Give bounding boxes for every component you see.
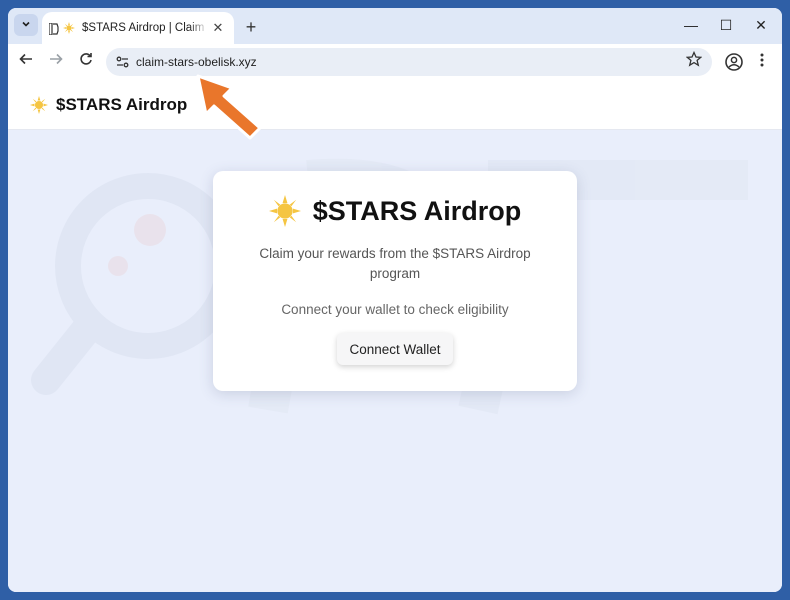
bookmark-star-icon[interactable] [685,50,703,71]
browser-window: $STARS Airdrop | Claim You ✕ + — ☐ ✕ cla… [8,8,782,592]
tab-grip-icon [48,22,59,40]
maximize-button[interactable]: ☐ [711,14,741,36]
address-bar[interactable]: claim-stars-obelisk.xyz [106,48,712,76]
sun-icon [268,195,301,227]
connect-wallet-button[interactable]: Connect Wallet [337,333,453,365]
card-subtitle: Claim your rewards from the $STARS Airdr… [259,246,531,281]
browser-toolbar: claim-stars-obelisk.xyz [8,44,782,80]
new-tab-button[interactable]: + [240,16,262,38]
arrow-right-icon [50,53,63,65]
page-viewport: $STARS Airdrop $STARS Airdrop Claim your… [8,80,782,592]
profile-icon[interactable] [724,52,744,72]
back-button[interactable] [14,50,38,74]
chevron-down-icon [21,19,31,32]
tab-close-icon[interactable]: ✕ [210,20,226,36]
card-title: $STARS Airdrop [312,195,522,226]
tab-strip: $STARS Airdrop | Claim You ✕ + — ☐ ✕ [8,8,782,44]
connect-prompt: Connect your wallet to check eligibility [281,302,509,317]
browser-tab[interactable]: $STARS Airdrop | Claim You ✕ [42,12,234,44]
tab-search-button[interactable] [14,14,38,36]
card-title-row: $STARS Airdrop [213,195,577,227]
site-header: $STARS Airdrop [8,80,782,130]
site-info-icon[interactable] [114,53,132,71]
url-text: claim-stars-obelisk.xyz [136,55,257,69]
sun-icon [30,95,48,114]
sun-icon [62,21,76,35]
orange-pointer-arrow-icon [196,74,262,140]
arrow-left-icon [19,53,32,65]
kebab-menu-icon[interactable] [754,51,770,73]
tab-title: $STARS Airdrop | Claim You [82,22,208,34]
reload-icon [80,53,92,65]
reload-button[interactable] [74,50,98,74]
forward-button[interactable] [44,50,68,74]
airdrop-card: $STARS Airdrop Claim your rewards from t… [213,171,577,391]
site-title: $STARS Airdrop [56,94,188,114]
close-window-button[interactable]: ✕ [746,14,776,36]
minimize-button[interactable]: — [676,14,706,36]
